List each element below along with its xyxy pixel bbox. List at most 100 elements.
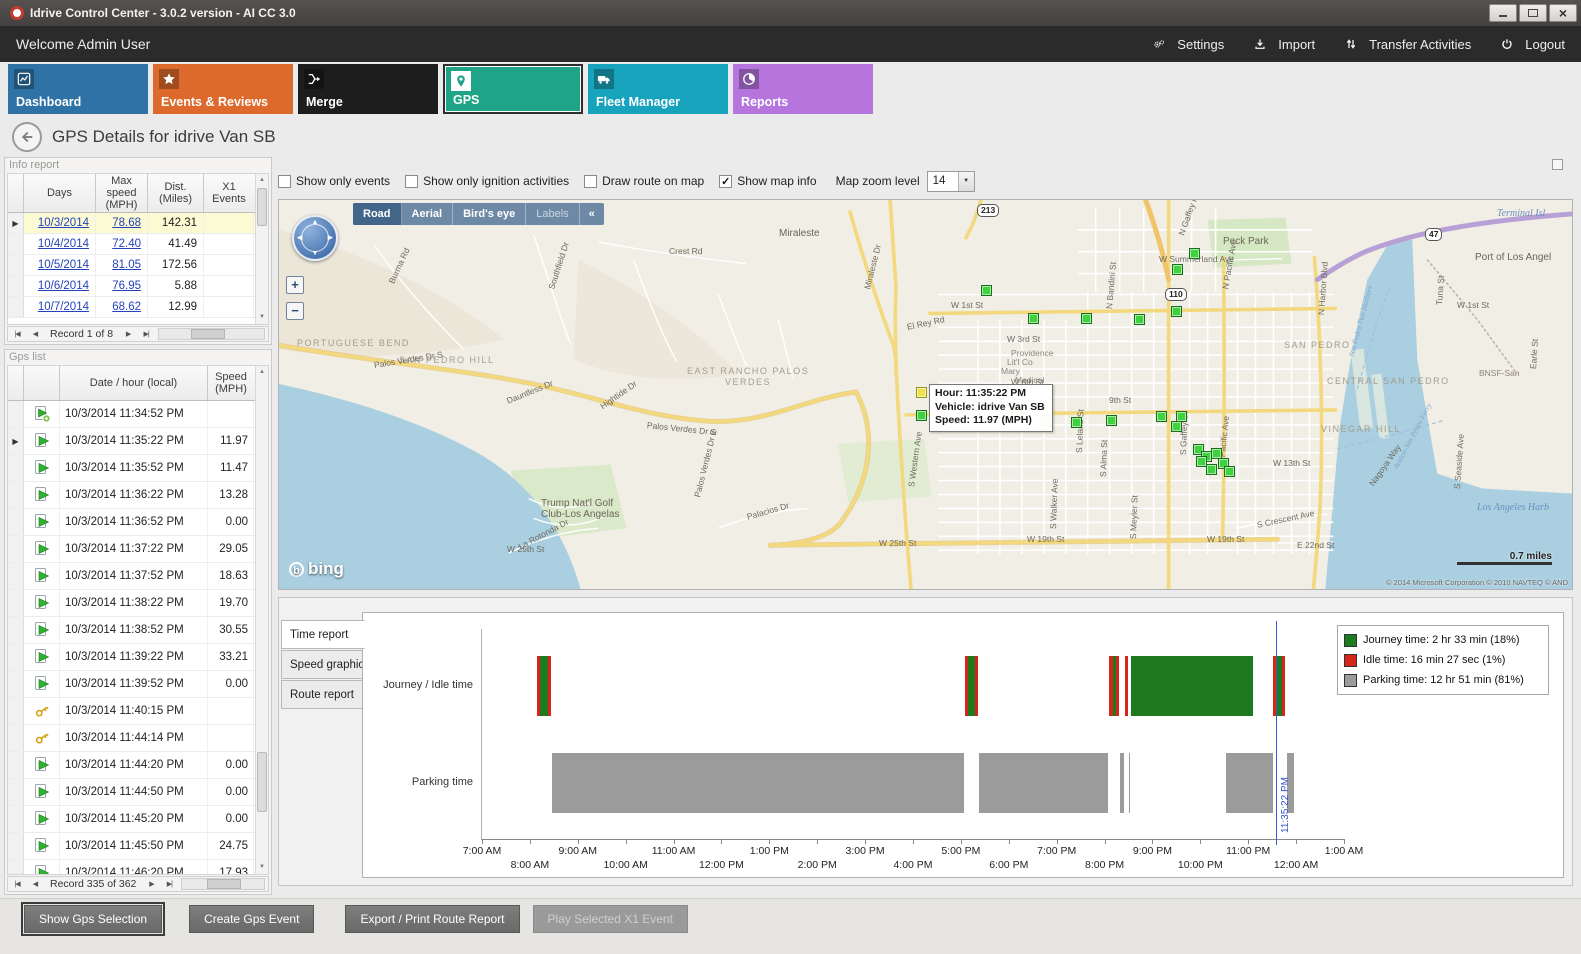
map-panel-collapse-icon[interactable]	[1552, 159, 1563, 170]
minimize-button[interactable]	[1489, 4, 1517, 22]
days-link[interactable]: 10/7/2014	[24, 297, 96, 317]
gps-marker[interactable]	[916, 410, 927, 421]
back-button[interactable]	[12, 122, 42, 152]
info-vertical-scrollbar[interactable]: ▲ ▼	[255, 174, 268, 324]
gps-table-row[interactable]: 10/3/2014 11:35:52 PM11.47	[8, 455, 255, 482]
pan-west-icon[interactable]: ◀	[297, 235, 302, 242]
gps-table-row[interactable]: 10/3/2014 11:39:22 PM33.21	[8, 644, 255, 671]
gps-table-row[interactable]: 10/3/2014 11:36:22 PM13.28	[8, 482, 255, 509]
info-table-row[interactable]: 10/7/201468.6212.99	[8, 297, 268, 318]
gps-marker[interactable]	[981, 285, 992, 296]
max-speed-link[interactable]: 72.40	[96, 234, 148, 254]
module-tile-gps[interactable]: GPS	[443, 64, 583, 114]
zoom-out-button[interactable]: −	[286, 302, 304, 320]
tab-route-report[interactable]: Route report	[281, 680, 363, 709]
settings-action[interactable]: Settings	[1153, 35, 1224, 53]
nav-first-button[interactable]	[8, 330, 26, 338]
map-style-tab-aerial[interactable]: Aerial	[402, 203, 454, 225]
module-tile-reports[interactable]: Reports	[733, 64, 873, 114]
nav-prev-button[interactable]	[26, 880, 44, 888]
map-style-tab-road[interactable]: Road	[353, 203, 402, 225]
max-speed-link[interactable]: 81.05	[96, 255, 148, 275]
gps-vertical-scrollbar[interactable]: ▲ ▼	[255, 366, 268, 874]
compass-control[interactable]: ▲ ▼ ◀ ▶	[292, 215, 338, 261]
map-style-tab-bird-s-eye[interactable]: Bird's eye	[453, 203, 526, 225]
module-tile-merge[interactable]: Merge	[298, 64, 438, 114]
col-dist[interactable]: Dist. (Miles)	[148, 174, 204, 212]
map-zoom-select[interactable]: 14 ▼	[927, 171, 975, 192]
scroll-down-icon[interactable]: ▼	[256, 861, 268, 874]
gps-table-row[interactable]: 10/3/2014 11:44:14 PM	[8, 725, 255, 752]
scrollbar-thumb[interactable]	[257, 752, 267, 812]
info-horizontal-scrollbar[interactable]	[158, 328, 265, 340]
module-tile-dashboard[interactable]: Dashboard	[8, 64, 148, 114]
pan-north-icon[interactable]: ▲	[312, 219, 319, 226]
max-speed-link[interactable]: 78.68	[96, 213, 148, 233]
gps-table-row[interactable]: 10/3/2014 11:37:22 PM29.05	[8, 536, 255, 563]
maximize-button[interactable]	[1519, 4, 1547, 22]
pan-south-icon[interactable]: ▼	[312, 250, 319, 257]
max-speed-link[interactable]: 68.62	[96, 297, 148, 317]
transfer-activities-action[interactable]: Transfer Activities	[1345, 35, 1471, 53]
gps-marker[interactable]	[1028, 313, 1039, 324]
info-table-row[interactable]: 10/6/201476.955.88	[8, 276, 268, 297]
info-table-row[interactable]: 10/4/201472.4041.49	[8, 234, 268, 255]
gps-table-row[interactable]: 10/3/2014 11:45:20 PM0.00	[8, 806, 255, 833]
gps-marker[interactable]	[1206, 464, 1217, 475]
gps-table-row[interactable]: 10/3/2014 11:45:50 PM24.75	[8, 833, 255, 860]
scrollbar-thumb[interactable]	[257, 188, 267, 226]
gps-marker[interactable]	[1134, 314, 1145, 325]
import-action[interactable]: Import	[1254, 35, 1315, 53]
logout-action[interactable]: Logout	[1501, 35, 1565, 53]
pan-east-icon[interactable]: ▶	[328, 235, 333, 242]
gps-marker[interactable]	[1081, 313, 1092, 324]
module-tile-fleet-manager[interactable]: Fleet Manager	[588, 64, 728, 114]
gps-table-row[interactable]: ▶10/3/2014 11:35:22 PM11.97	[8, 428, 255, 455]
gps-marker[interactable]	[1156, 411, 1167, 422]
scroll-down-icon[interactable]: ▼	[256, 311, 268, 324]
gps-marker[interactable]	[1189, 248, 1200, 259]
gps-table-row[interactable]: 10/3/2014 11:37:52 PM18.63	[8, 563, 255, 590]
zoom-in-button[interactable]: +	[286, 276, 304, 294]
gps-table-row[interactable]: 10/3/2014 11:46:20 PM17.93	[8, 860, 255, 874]
gps-marker-selected[interactable]	[916, 387, 927, 398]
nav-first-button[interactable]	[8, 880, 26, 888]
gps-table-row[interactable]: 10/3/2014 11:38:22 PM19.70	[8, 590, 255, 617]
export-print-route-report-button[interactable]: Export / Print Route Report	[345, 905, 519, 933]
gps-table-row[interactable]: 10/3/2014 11:36:52 PM0.00	[8, 509, 255, 536]
gps-table-row[interactable]: 10/3/2014 11:34:52 PM	[8, 401, 255, 428]
create-gps-event-button[interactable]: Create Gps Event	[189, 905, 314, 933]
days-link[interactable]: 10/5/2014	[24, 255, 96, 275]
gps-marker[interactable]	[1196, 456, 1207, 467]
gps-table-row[interactable]: 10/3/2014 11:40:15 PM	[8, 698, 255, 725]
nav-next-button[interactable]	[142, 880, 160, 888]
max-speed-link[interactable]: 76.95	[96, 276, 148, 296]
close-button[interactable]	[1549, 4, 1577, 22]
gps-marker[interactable]	[1172, 264, 1183, 275]
checkbox-show-only-ignition-activities[interactable]: Show only ignition activities	[405, 174, 569, 188]
info-table-row[interactable]: ▶10/3/201478.68142.31	[8, 213, 268, 234]
gps-marker[interactable]	[1106, 415, 1117, 426]
days-link[interactable]: 10/6/2014	[24, 276, 96, 296]
nav-last-button[interactable]	[160, 880, 178, 888]
show-gps-selection-button[interactable]: Show Gps Selection	[24, 905, 162, 933]
scroll-up-icon[interactable]: ▲	[256, 366, 268, 379]
col-x1-events[interactable]: X1 Events	[204, 174, 254, 212]
info-table-row[interactable]: 10/5/201481.05172.56	[8, 255, 268, 276]
checkbox-draw-route-on-map[interactable]: Draw route on map	[584, 174, 704, 188]
checkbox-show-only-events[interactable]: Show only events	[278, 174, 390, 188]
days-link[interactable]: 10/3/2014	[24, 213, 96, 233]
gps-table-row[interactable]: 10/3/2014 11:44:20 PM0.00	[8, 752, 255, 779]
gps-marker[interactable]	[1171, 421, 1182, 432]
scroll-up-icon[interactable]: ▲	[256, 174, 268, 187]
map-panel[interactable]: RoadAerialBird's eyeLabels« ▲ ▼ ◀ ▶ + − …	[278, 199, 1573, 590]
nav-next-button[interactable]	[119, 330, 137, 338]
gps-table-row[interactable]: 10/3/2014 11:44:50 PM0.00	[8, 779, 255, 806]
col-datetime[interactable]: Date / hour (local)	[60, 366, 208, 400]
gps-marker[interactable]	[1224, 466, 1235, 477]
tab-time-report[interactable]: Time report	[281, 620, 365, 649]
gps-horizontal-scrollbar[interactable]	[181, 878, 265, 890]
chevron-down-icon[interactable]: ▼	[958, 172, 974, 191]
gps-table-row[interactable]: 10/3/2014 11:39:52 PM0.00	[8, 671, 255, 698]
checkbox-show-map-info[interactable]: ✓Show map info	[719, 174, 816, 188]
